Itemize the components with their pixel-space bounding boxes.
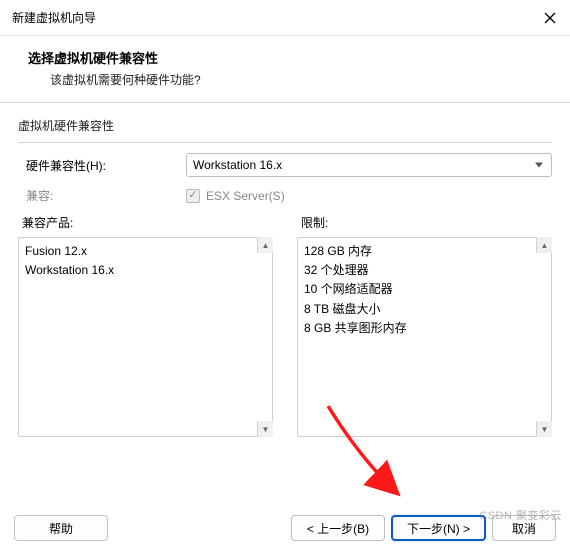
list-item[interactable]: 8 GB 共享图形内存	[304, 319, 545, 338]
list-item[interactable]: 32 个处理器	[304, 261, 545, 280]
wizard-header: 选择虚拟机硬件兼容性 该虚拟机需要何种硬件功能?	[0, 36, 570, 103]
list-item[interactable]: 10 个网络适配器	[304, 280, 545, 299]
compat-row: 兼容: ✓ ESX Server(S)	[18, 187, 552, 204]
content-area: 虚拟机硬件兼容性 硬件兼容性(H): Workstation 16.x 兼容: …	[0, 103, 570, 453]
hw-compat-label: 硬件兼容性(H):	[26, 157, 186, 174]
window-title: 新建虚拟机向导	[12, 9, 96, 26]
scroll-down-icon[interactable]: ▼	[536, 421, 552, 437]
esx-checkbox-label: ESX Server(S)	[206, 189, 285, 203]
products-label: 兼容产品:	[18, 214, 273, 231]
scroll-up-icon[interactable]: ▲	[536, 237, 552, 253]
compat-label: 兼容:	[26, 187, 186, 204]
products-col: 兼容产品: Fusion 12.xWorkstation 16.x ▲ ▼	[18, 214, 273, 437]
list-item[interactable]: Workstation 16.x	[25, 261, 266, 280]
help-button[interactable]: 帮助	[14, 515, 108, 541]
scroll-down-icon[interactable]: ▼	[257, 421, 273, 437]
list-item[interactable]: 128 GB 内存	[304, 242, 545, 261]
back-button[interactable]: < 上一步(B)	[291, 515, 385, 541]
products-listbox[interactable]: Fusion 12.xWorkstation 16.x	[18, 237, 273, 437]
page-title: 选择虚拟机硬件兼容性	[28, 48, 542, 67]
limits-label: 限制:	[297, 214, 552, 231]
titlebar: 新建虚拟机向导	[0, 0, 570, 36]
list-item[interactable]: 8 TB 磁盘大小	[304, 300, 545, 319]
esx-checkbox-row: ✓ ESX Server(S)	[186, 189, 285, 203]
close-icon[interactable]	[542, 10, 558, 26]
lists-row: 兼容产品: Fusion 12.xWorkstation 16.x ▲ ▼ 限制…	[18, 214, 552, 437]
hw-compat-row: 硬件兼容性(H): Workstation 16.x	[18, 153, 552, 177]
group-label: 虚拟机硬件兼容性	[18, 117, 552, 134]
scroll-up-icon[interactable]: ▲	[257, 237, 273, 253]
next-button[interactable]: 下一步(N) >	[391, 515, 486, 541]
page-subtitle: 该虚拟机需要何种硬件功能?	[28, 71, 542, 88]
list-item[interactable]: Fusion 12.x	[25, 242, 266, 261]
hw-compat-value: Workstation 16.x	[193, 158, 282, 172]
limits-listbox[interactable]: 128 GB 内存32 个处理器10 个网络适配器8 TB 磁盘大小8 GB 共…	[297, 237, 552, 437]
limits-col: 限制: 128 GB 内存32 个处理器10 个网络适配器8 TB 磁盘大小8 …	[297, 214, 552, 437]
watermark: CSDN 聚变彩云	[479, 507, 562, 523]
divider	[18, 142, 552, 143]
compat-group: 虚拟机硬件兼容性 硬件兼容性(H): Workstation 16.x 兼容: …	[18, 117, 552, 437]
hw-compat-select[interactable]: Workstation 16.x	[186, 153, 552, 177]
esx-checkbox: ✓	[186, 189, 200, 203]
